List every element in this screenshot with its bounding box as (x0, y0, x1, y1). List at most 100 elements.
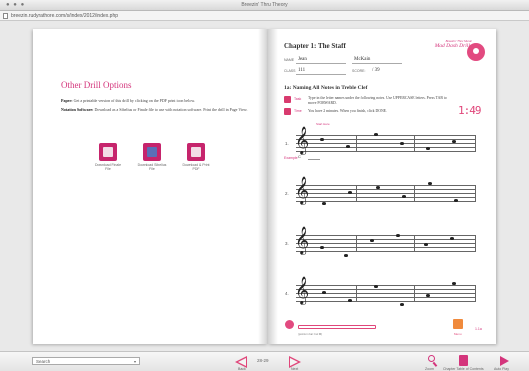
chevron-down-icon: ▾ (133, 359, 136, 364)
note (344, 254, 348, 257)
paper-text: Get a printable version of this drill by… (72, 98, 195, 103)
countdown-timer: 1:49 (458, 104, 481, 117)
right-page: Chapter 1: The Staff Breezin' Thru Music… (268, 29, 496, 344)
swirl-small-icon (285, 320, 294, 329)
music-staff: 𝄞 (295, 178, 476, 205)
window-title: Breezin' Thru Theory (241, 2, 288, 8)
staff-number: 3. (285, 241, 289, 246)
note (396, 234, 400, 237)
download-pdf-label: Download & Print PDF (182, 163, 210, 171)
music-staff: 𝄞 (295, 278, 476, 306)
last-name-field[interactable]: McKain (354, 57, 370, 62)
treble-clef-icon: 𝄞 (295, 226, 310, 254)
note (454, 199, 458, 202)
next-label: Next (291, 367, 299, 371)
menu-label: Menu (454, 332, 462, 336)
notation-option-text: Notation Software: Download as a Sibeliu… (61, 107, 251, 112)
score-value: / 39 (372, 68, 380, 73)
note (452, 140, 456, 143)
back-label: Back (238, 367, 246, 371)
start-here-label: Start Here (316, 122, 330, 126)
note (374, 285, 378, 288)
first-name-field[interactable]: Jean (298, 57, 307, 62)
window-titlebar: ● ● ● Breezin' Thru Theory (0, 0, 529, 11)
first-name-underline (296, 63, 346, 64)
note (346, 145, 350, 148)
page-range: 28-29 (257, 358, 269, 363)
class-field[interactable]: 111 (298, 68, 305, 73)
left-page-title: Other Drill Options (61, 80, 132, 90)
download-pdf-button[interactable]: Download & Print PDF (181, 143, 211, 171)
example-answer: C (298, 154, 301, 159)
note (428, 182, 432, 185)
staff-number: 1. (285, 141, 289, 146)
brand-title: Mad Dash Drills (434, 43, 472, 49)
score-label: SCORE: (352, 69, 366, 73)
address-url[interactable]: breezin.rudyrathore.com/s/index/2012/ind… (11, 13, 118, 19)
note (348, 191, 352, 194)
search-dropdown[interactable]: Search ▾ (32, 357, 140, 365)
download-sibelius-button[interactable]: Download Sibelius File (137, 143, 167, 171)
answer-cursor[interactable] (308, 159, 320, 160)
note (426, 294, 430, 297)
sibelius-file-icon (143, 143, 161, 161)
note (426, 147, 430, 150)
note (322, 291, 326, 294)
time-text: You have 2 minutes. When you finish, cli… (308, 109, 387, 113)
class-label: CLASS (284, 69, 296, 73)
search-value: Search (36, 359, 51, 364)
note (320, 246, 324, 249)
time-label: Time (294, 109, 302, 113)
bottom-toolbar: Search ▾ Back 28-29 Next Zoom Chapter Ta… (0, 351, 529, 371)
note (424, 243, 428, 246)
example-label: Example (284, 156, 298, 160)
note (402, 195, 406, 198)
note (400, 142, 404, 145)
treble-clef-icon: 𝄞 (295, 126, 310, 154)
progress-help: (points in bar: but fill) (298, 333, 323, 336)
music-staff: 𝄞 (295, 128, 476, 152)
note (374, 133, 378, 136)
staff-number: 2. (285, 191, 289, 196)
auto-play-label: Auto Play (494, 367, 509, 371)
download-sibelius-label: Download Sibelius File (137, 163, 167, 171)
note (400, 303, 404, 306)
class-underline (296, 74, 346, 75)
note (320, 138, 324, 141)
finale-file-icon (99, 143, 117, 161)
zoom-label: Zoom (425, 367, 434, 371)
auto-play-icon[interactable] (500, 356, 509, 366)
notation-label: Notation Software: (61, 107, 94, 112)
treble-clef-icon: 𝄞 (295, 176, 310, 204)
progress-bar (298, 325, 376, 329)
note (452, 282, 456, 285)
paper-option-text: Paper: Get a printable version of this d… (61, 98, 251, 103)
address-bar[interactable]: breezin.rudyrathore.com/s/index/2012/ind… (0, 11, 529, 21)
section-title: 1a: Naming All Notes in Treble Clef (284, 85, 368, 91)
swirl-logo-icon (467, 43, 485, 61)
chapter-title: Chapter 1: The Staff (284, 42, 346, 50)
note (450, 237, 454, 240)
note (376, 186, 380, 189)
notation-text: Download as a Sibelius or Finale file to… (93, 107, 248, 112)
download-finale-button[interactable]: Download Finale File (93, 143, 123, 171)
menu-button[interactable] (453, 319, 463, 329)
note (370, 239, 374, 242)
zoom-icon[interactable] (428, 355, 435, 362)
download-finale-label: Download Finale File (94, 163, 122, 171)
name-label: NAME (284, 58, 295, 62)
brand-logo: Breezin' Thru Music Mad Dash Drills (420, 39, 472, 49)
task-icon (284, 96, 291, 103)
table-of-contents-icon[interactable] (459, 355, 468, 366)
print-pdf-icon (187, 143, 205, 161)
note (348, 299, 352, 302)
page-icon (3, 13, 8, 19)
last-name-underline (352, 63, 402, 64)
page-number: 1.1a (475, 327, 482, 331)
note (322, 202, 326, 205)
task-text: Type in the letter names under the follo… (308, 96, 447, 105)
task-label: Task (294, 97, 302, 101)
left-page: Other Drill Options Paper: Get a printab… (33, 29, 268, 344)
staff-number: 4. (285, 291, 289, 296)
paper-label: Paper: (61, 98, 73, 103)
